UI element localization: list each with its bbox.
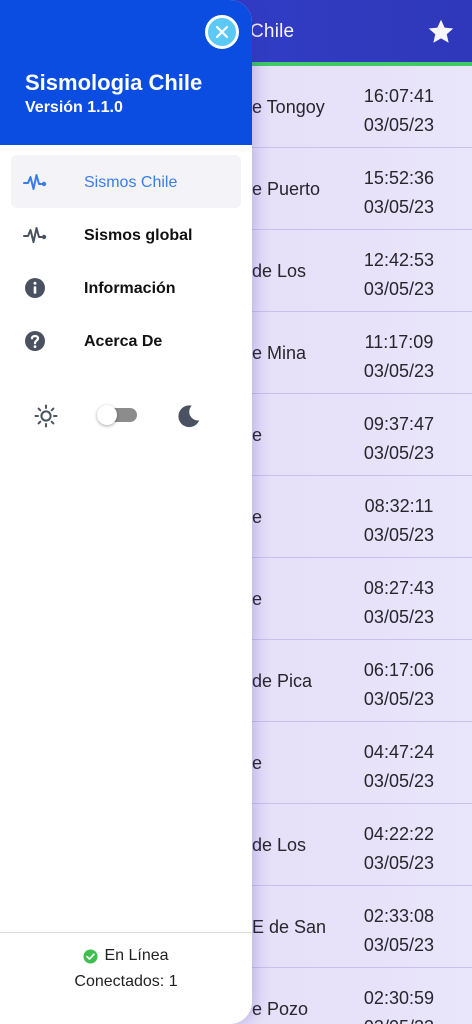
help-icon [25, 331, 45, 351]
info-icon [25, 278, 45, 298]
check-circle-icon [83, 948, 98, 964]
status-text: En Línea [104, 947, 169, 964]
dark-mode-toggle[interactable] [97, 405, 139, 425]
theme-switcher [0, 400, 252, 432]
menu-item-acerca-de[interactable]: Acerca De [11, 314, 241, 367]
menu-item-sismos-global[interactable]: Sismos global [11, 208, 241, 261]
sun-icon [34, 404, 58, 428]
menu-item-label: Información [84, 280, 176, 297]
drawer-version: Versión 1.1.0 [25, 99, 123, 116]
menu-item-sismos-chile[interactable]: Sismos Chile [11, 155, 241, 208]
drawer-app-name: Sismologia Chile [25, 70, 203, 95]
menu-item-label: Sismos global [84, 227, 193, 244]
drawer-footer: En Línea Conectados: 1 [0, 932, 252, 1024]
connection-status: En Línea [0, 947, 252, 965]
close-icon [215, 25, 229, 39]
drawer-header: Sismologia Chile Versión 1.1.0 [0, 0, 252, 145]
seismograph-icon [23, 174, 47, 190]
navigation-drawer: Sismologia Chile Versión 1.1.0 Sismos Ch… [0, 0, 252, 1024]
menu-item-label: Sismos Chile [84, 174, 178, 191]
drawer-menu: Sismos Chile Sismos global Información A… [0, 155, 252, 367]
close-button[interactable] [205, 15, 239, 49]
connected-count: Conectados: 1 [74, 973, 178, 990]
toggle-knob [97, 405, 117, 425]
moon-icon [178, 405, 200, 428]
menu-item-label: Acerca De [84, 333, 163, 350]
menu-item-informacion[interactable]: Información [11, 261, 241, 314]
seismograph-icon [23, 227, 47, 243]
